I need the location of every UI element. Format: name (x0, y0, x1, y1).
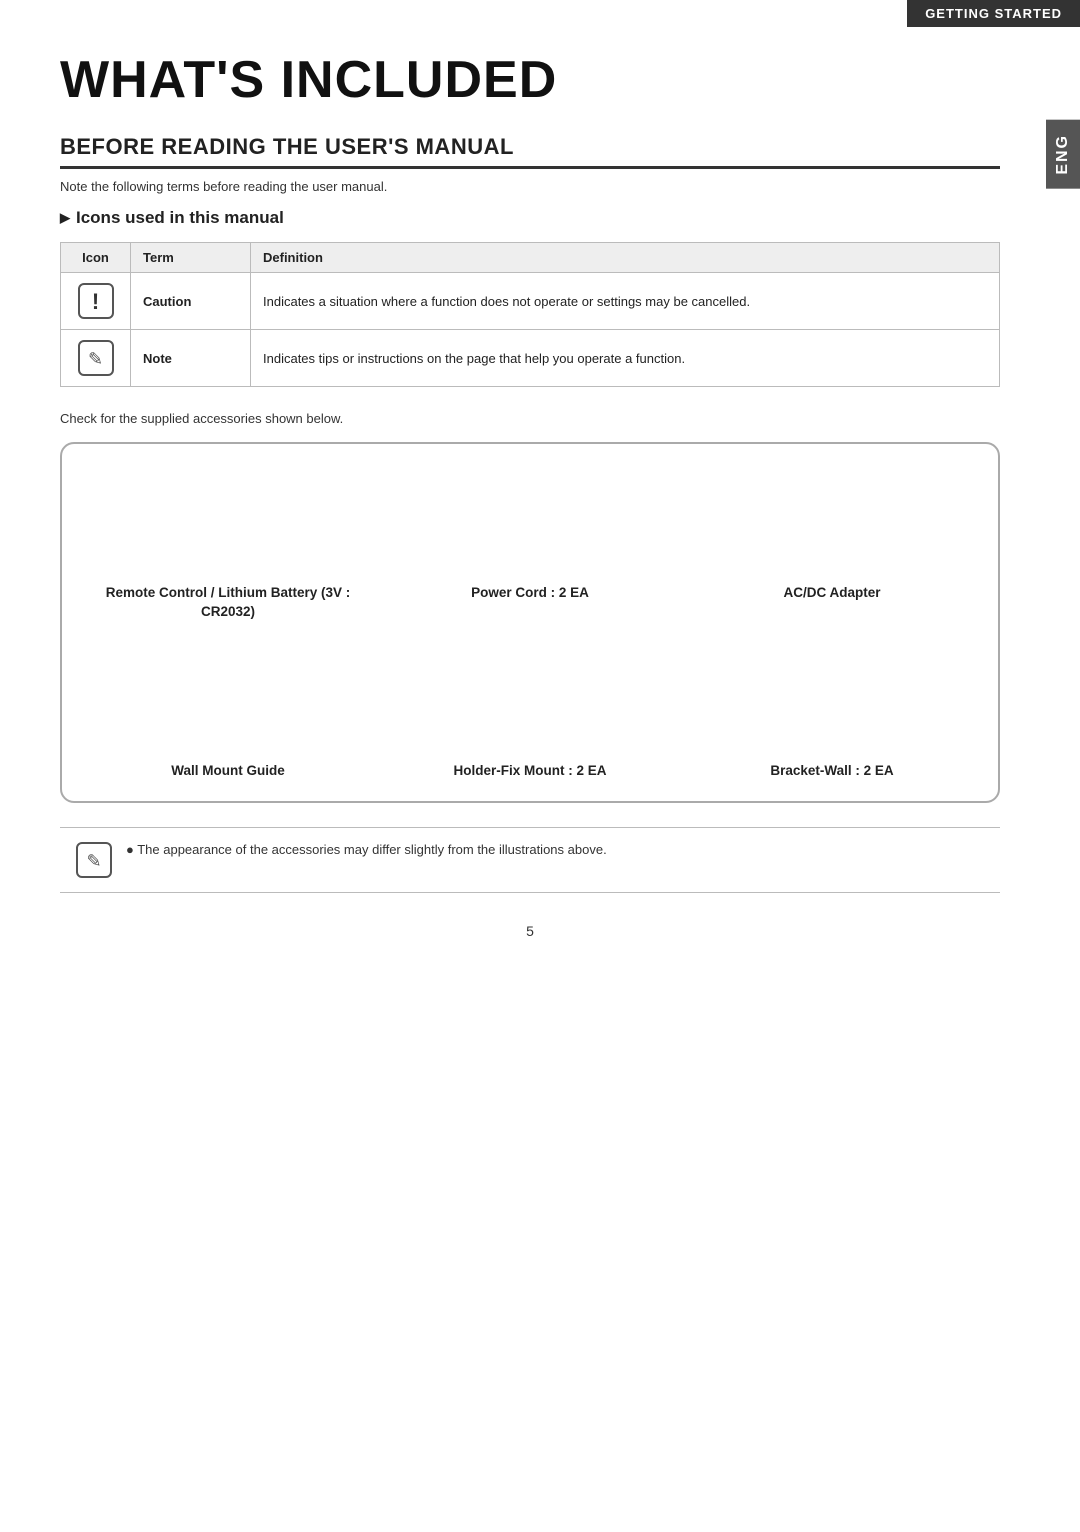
intro-text: Note the following terms before reading … (60, 179, 1000, 194)
eng-tab: ENG (1046, 120, 1080, 189)
note-icon: ✎ (78, 340, 114, 376)
table-header-icon: Icon (61, 243, 131, 273)
caution-term: Caution (131, 273, 251, 330)
caution-icon: ! (78, 283, 114, 319)
table-header-term: Term (131, 243, 251, 273)
note-term: Note (131, 330, 251, 387)
accessories-box: Remote Control / Lithium Battery (3V : C… (60, 442, 1000, 803)
holder-fix-label: Holder-Fix Mount : 2 EA (454, 762, 607, 781)
accessory-item-power-cord: Power Cord : 2 EA (384, 474, 676, 622)
remote-control-label: Remote Control / Lithium Battery (3V : C… (82, 584, 374, 622)
check-text: Check for the supplied accessories shown… (60, 411, 1000, 426)
caution-icon-cell: ! (61, 273, 131, 330)
page-title: WHAT'S INCLUDED (60, 50, 1000, 110)
accessory-item-remote: Remote Control / Lithium Battery (3V : C… (82, 474, 374, 622)
note-icon-cell: ✎ (61, 330, 131, 387)
table-row: ✎ Note Indicates tips or instructions on… (61, 330, 1000, 387)
section-heading: BEFORE READING THE USER'S MANUAL (60, 134, 1000, 169)
accessories-grid: Remote Control / Lithium Battery (3V : C… (82, 474, 978, 781)
power-cord-label: Power Cord : 2 EA (471, 584, 589, 603)
note-content: ● The appearance of the accessories may … (126, 842, 607, 857)
wall-mount-label: Wall Mount Guide (171, 762, 284, 781)
getting-started-bar: GETTING STARTED (907, 0, 1080, 27)
note-definition: Indicates tips or instructions on the pa… (251, 330, 1000, 387)
accessory-item-ac-dc: AC/DC Adapter (686, 474, 978, 622)
note-box: ✎ ● The appearance of the accessories ma… (60, 827, 1000, 893)
table-header-definition: Definition (251, 243, 1000, 273)
accessory-item-wall-mount: Wall Mount Guide (82, 652, 374, 781)
subsection-heading: Icons used in this manual (60, 208, 1000, 228)
ac-dc-label: AC/DC Adapter (783, 584, 880, 603)
note-icon-bottom: ✎ (76, 842, 112, 878)
icons-table: Icon Term Definition ! Caution Indicates… (60, 242, 1000, 387)
table-row: ! Caution Indicates a situation where a … (61, 273, 1000, 330)
accessory-item-holder-fix: Holder-Fix Mount : 2 EA (384, 652, 676, 781)
page-number: 5 (60, 923, 1000, 939)
caution-definition: Indicates a situation where a function d… (251, 273, 1000, 330)
accessory-item-bracket-wall: Bracket-Wall : 2 EA (686, 652, 978, 781)
bracket-wall-label: Bracket-Wall : 2 EA (770, 762, 893, 781)
